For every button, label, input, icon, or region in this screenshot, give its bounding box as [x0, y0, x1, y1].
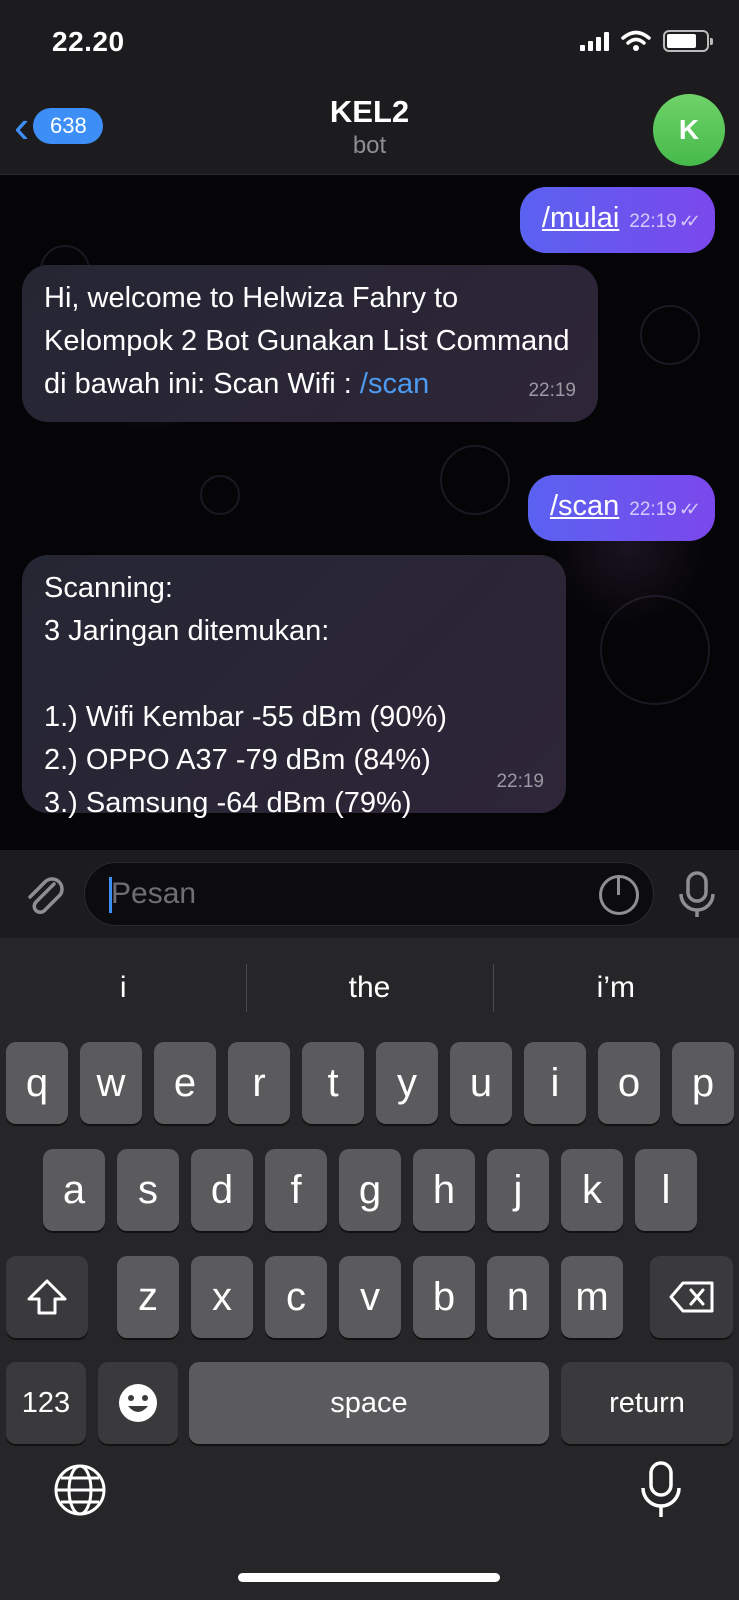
key-g[interactable]: g	[339, 1149, 401, 1231]
message-time: 22:19 ✓✓	[629, 211, 701, 232]
key-m[interactable]: m	[561, 1256, 623, 1338]
chat-header: ‹ 638 KEL2 bot K	[0, 90, 739, 175]
wallpaper-doodle	[440, 445, 510, 515]
key-p[interactable]: p	[672, 1042, 734, 1124]
backspace-icon	[669, 1281, 713, 1313]
command-link[interactable]: /scan	[360, 368, 429, 400]
status-bar: 22.20	[0, 0, 739, 90]
key-z[interactable]: z	[117, 1256, 179, 1338]
wifi-icon	[621, 30, 651, 51]
chat-subtitle: bot	[352, 132, 387, 159]
avatar[interactable]: K	[653, 94, 725, 166]
numbers-key[interactable]: 123	[6, 1362, 86, 1444]
message-text: Hi, welcome to Helwiza Fahry to Kelompok…	[44, 282, 570, 400]
suggestion-item[interactable]: i	[0, 938, 246, 1038]
incoming-message[interactable]: Scanning: 3 Jaringan ditemukan: 1.) Wifi…	[22, 555, 566, 819]
home-indicator	[238, 1573, 500, 1582]
cellular-signal-icon	[580, 31, 609, 51]
message-line: 2.) OPPO A37 -79 dBm (84%)	[44, 744, 431, 776]
wallpaper-doodle	[200, 475, 240, 515]
message-time: 22:19	[528, 380, 576, 401]
key-d[interactable]: d	[191, 1149, 253, 1231]
message-input[interactable]: Pesan	[84, 862, 654, 926]
key-t[interactable]: t	[302, 1042, 364, 1124]
status-time: 22.20	[52, 26, 125, 57]
suggestion-item[interactable]: the	[246, 938, 492, 1038]
double-check-icon: ✓✓	[678, 499, 701, 519]
paperclip-icon[interactable]	[20, 870, 68, 918]
key-e[interactable]: e	[154, 1042, 216, 1124]
double-check-icon: ✓✓	[678, 211, 701, 231]
message-text[interactable]: /mulai	[542, 197, 619, 240]
message-line: 1.) Wifi Kembar -55 dBm (90%)	[44, 701, 447, 733]
space-key[interactable]: space	[189, 1362, 549, 1444]
emoji-icon	[119, 1384, 157, 1422]
key-b[interactable]: b	[413, 1256, 475, 1338]
key-a[interactable]: a	[43, 1149, 105, 1231]
message-line: Scanning:	[44, 572, 173, 604]
outgoing-message[interactable]: /scan 22:19 ✓✓	[527, 475, 715, 541]
message-line	[44, 653, 544, 696]
wallpaper-doodle	[640, 305, 700, 365]
shift-key[interactable]	[6, 1256, 88, 1338]
emoji-key[interactable]	[98, 1362, 178, 1444]
key-r[interactable]: r	[228, 1042, 290, 1124]
wallpaper-doodle	[600, 595, 710, 705]
message-input-bar: Pesan	[0, 850, 739, 938]
key-l[interactable]: l	[635, 1149, 697, 1231]
message-input-placeholder: Pesan	[111, 877, 197, 910]
key-i[interactable]: i	[524, 1042, 586, 1124]
globe-icon[interactable]	[52, 1462, 108, 1518]
battery-icon	[663, 30, 713, 52]
predictive-suggestions: i the i’m	[0, 938, 739, 1038]
message-text[interactable]: /scan	[550, 485, 619, 528]
message-line: 3.) Samsung -64 dBm (79%)	[44, 787, 412, 819]
shift-icon	[27, 1279, 67, 1315]
microphone-icon[interactable]	[675, 870, 719, 920]
key-h[interactable]: h	[413, 1149, 475, 1231]
status-icons	[580, 30, 713, 52]
incoming-message[interactable]: Hi, welcome to Helwiza Fahry to Kelompok…	[22, 265, 598, 422]
key-x[interactable]: x	[191, 1256, 253, 1338]
key-v[interactable]: v	[339, 1256, 401, 1338]
key-k[interactable]: k	[561, 1149, 623, 1231]
chat-title-area[interactable]: KEL2 bot	[0, 94, 739, 160]
key-j[interactable]: j	[487, 1149, 549, 1231]
key-c[interactable]: c	[265, 1256, 327, 1338]
key-q[interactable]: q	[6, 1042, 68, 1124]
key-f[interactable]: f	[265, 1149, 327, 1231]
chat-title: KEL2	[329, 94, 410, 129]
key-y[interactable]: y	[376, 1042, 438, 1124]
sticker-icon[interactable]	[599, 875, 639, 915]
key-s[interactable]: s	[117, 1149, 179, 1231]
key-n[interactable]: n	[487, 1256, 549, 1338]
key-u[interactable]: u	[450, 1042, 512, 1124]
message-time: 22:19 ✓✓	[629, 499, 701, 520]
return-key[interactable]: return	[561, 1362, 733, 1444]
key-o[interactable]: o	[598, 1042, 660, 1124]
chat-messages[interactable]: /mulai 22:19 ✓✓ Hi, welcome to Helwiza Fa…	[0, 175, 739, 850]
message-line: 3 Jaringan ditemukan:	[44, 615, 330, 647]
suggestion-item[interactable]: i’m	[492, 938, 739, 1038]
message-time: 22:19	[496, 771, 544, 792]
outgoing-message[interactable]: /mulai 22:19 ✓✓	[519, 187, 715, 253]
delete-key[interactable]	[650, 1256, 733, 1338]
key-w[interactable]: w	[80, 1042, 142, 1124]
dictation-microphone-icon[interactable]	[638, 1460, 684, 1520]
